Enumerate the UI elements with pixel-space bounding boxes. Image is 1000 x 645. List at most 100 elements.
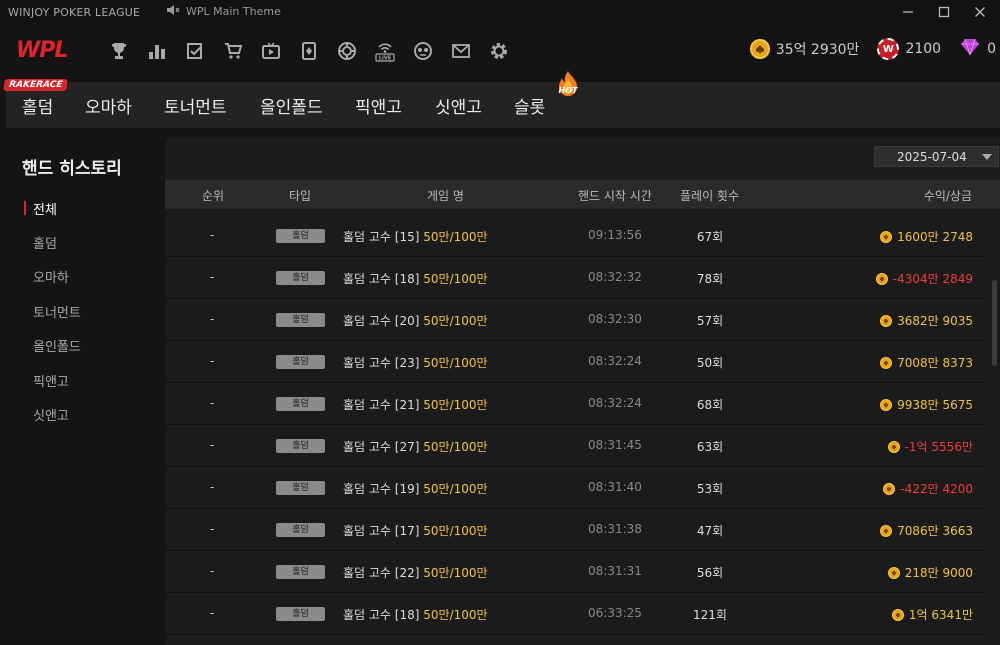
tab-allin-fold[interactable]: 올인폴드	[260, 93, 323, 118]
profit-cell: -422만 4200	[883, 480, 973, 497]
table-header: 순위 타입 게임 명 핸드 시작 시간 플레이 횟수 수익/상금	[165, 180, 1000, 209]
game-stakes: 50만/100만	[423, 608, 488, 622]
play-count: 53회	[696, 482, 724, 496]
game-title: 홀덤 고수 [18]	[343, 272, 420, 286]
profit-cell: 3682만 9035	[880, 312, 973, 329]
header-type: 타입	[289, 189, 312, 203]
close-button[interactable]	[970, 2, 990, 22]
sidebar-item-omaha[interactable]: 오마하	[33, 267, 69, 286]
table-row[interactable]: - 홀덤 홀덤 고수 [20] 50만/100만 08:32:30 57회 3682만 9…	[165, 299, 987, 341]
cards-icon[interactable]	[290, 38, 328, 64]
game-stakes: 50만/100만	[423, 440, 488, 454]
w-chip-balance[interactable]: W 2100	[877, 38, 941, 60]
table-row[interactable]: - 홀덤 홀덤 고수 [15] 50만/100만 09:13:56 67회 1600만 2…	[165, 215, 987, 257]
hand-start-time: 08:31:38	[588, 522, 642, 536]
tab-slot[interactable]: 슬롯	[514, 93, 545, 118]
checklist-icon[interactable]	[176, 38, 214, 64]
profit-cell: 9938만 5675	[880, 396, 973, 413]
minimize-button[interactable]	[898, 2, 918, 22]
gold-balance[interactable]: 35억 2930만	[749, 39, 860, 59]
row-rank: -	[210, 606, 215, 620]
type-badge: 홀덤	[276, 523, 325, 537]
row-rank: -	[210, 522, 215, 536]
hand-start-time: 09:13:56	[588, 228, 642, 242]
profit-cell: 7086만 3663	[880, 522, 973, 539]
table-row[interactable]: - 홀덤 홀덤 고수 [17] 50만/100만 08:31:38 47회 7086만 3…	[165, 509, 987, 551]
table-row[interactable]: - 홀덤 홀덤 고수 [18] 50만/100만 06:33:25 121회 1억 634…	[165, 593, 987, 635]
tv-icon[interactable]	[252, 38, 290, 64]
currency-bar: 35억 2930만 W 2100 0	[749, 38, 996, 60]
hand-start-time: 08:31:45	[588, 438, 642, 452]
game-stakes: 50만/100만	[423, 314, 488, 328]
game-name: 홀덤 고수 [21] 50만/100만	[343, 396, 488, 413]
game-stakes: 50만/100만	[423, 524, 488, 538]
table-row[interactable]: - 홀덤 홀덤 고수 [18] 50만/100만 08:32:32 78회 -4304만 …	[165, 257, 987, 299]
gem-amount: 0	[987, 41, 996, 57]
play-count: 78회	[696, 272, 724, 286]
row-rank: -	[210, 312, 215, 326]
header-rank: 순위	[202, 189, 225, 203]
trophy-icon[interactable]	[100, 38, 138, 64]
header-play-count: 플레이 횟수	[680, 189, 740, 203]
tab-holdem[interactable]: 홀덤	[22, 93, 53, 118]
maximize-button[interactable]	[934, 2, 954, 22]
game-title: 홀덤 고수 [17]	[343, 524, 420, 538]
game-name: 홀덤 고수 [18] 50만/100만	[343, 606, 488, 623]
table-row[interactable]: - 홀덤 홀덤 고수 [23] 50만/100만 08:32:24 50회 7008만 8…	[165, 341, 987, 383]
sidebar-item-allin-fold[interactable]: 올인폴드	[33, 336, 81, 355]
game-name: 홀덤 고수 [22] 50만/100만	[343, 564, 488, 581]
gold-amount: 35억 2930만	[775, 42, 860, 58]
sidebar-item-sit-and-go[interactable]: 싯앤고	[33, 405, 69, 424]
scrollbar-thumb[interactable]	[992, 280, 997, 366]
chevron-down-icon	[982, 154, 992, 160]
mail-icon[interactable]	[442, 38, 480, 64]
gem-icon	[959, 38, 981, 60]
table-row[interactable]: - 홀덤 홀덤 고수 [21] 50만/100만 08:32:24 68회 9938만 5…	[165, 383, 987, 425]
play-count: 121회	[693, 608, 727, 622]
profit-cell: -4304만 2849	[875, 270, 973, 287]
profit-cell: 218만 9000	[887, 564, 973, 581]
hand-start-time: 08:31:40	[588, 480, 642, 494]
gold-coin-icon	[880, 314, 893, 327]
gold-coin-icon	[880, 524, 893, 537]
wpl-logo[interactable]: WPL	[16, 38, 68, 63]
game-stakes: 50만/100만	[423, 272, 488, 286]
row-rank: -	[210, 396, 215, 410]
ranking-icon[interactable]	[138, 38, 176, 64]
type-badge: 홀덤	[276, 439, 325, 453]
svg-text:LIVE: LIVE	[379, 56, 392, 62]
table-row[interactable]: - 홀덤 홀덤 고수 [19] 50만/100만 08:31:40 53회 -422만 4…	[165, 467, 987, 509]
type-badge: 홀덤	[276, 229, 325, 243]
gem-balance[interactable]: 0	[959, 38, 996, 60]
tab-omaha[interactable]: 오마하	[85, 93, 132, 118]
table-row[interactable]: - 홀덤 홀덤 고수 [22] 50만/100만 08:31:31 56회 218만 90…	[165, 551, 987, 593]
gold-coin-icon	[880, 398, 893, 411]
sound-toggle[interactable]: WPL Main Theme	[166, 4, 281, 19]
svg-text:HOT: HOT	[559, 86, 578, 95]
type-badge: 홀덤	[276, 313, 325, 327]
rakerace-badge[interactable]: RAKERACE	[3, 79, 69, 91]
hot-badge: HOT	[554, 70, 582, 102]
game-title: 홀덤 고수 [20]	[343, 314, 420, 328]
cart-icon[interactable]	[214, 38, 252, 64]
profit-value: -1억 5556만	[904, 440, 973, 454]
sidebar-item-holdem[interactable]: 홀덤	[33, 233, 57, 252]
active-marker	[24, 201, 26, 215]
live-icon[interactable]: LIVE	[366, 38, 404, 64]
chip-icon[interactable]	[328, 38, 366, 64]
sidebar-item-all[interactable]: 전체	[33, 199, 57, 218]
tab-sit-and-go[interactable]: 싯앤고	[435, 93, 482, 118]
sidebar-item-pick-and-go[interactable]: 픽앤고	[33, 371, 69, 390]
profit-value: -422만 4200	[900, 482, 973, 496]
table-row[interactable]: - 홀덤 홀덤 고수 [27] 50만/100만 08:31:45 63회 -1억 555…	[165, 425, 987, 467]
sidebar-item-tournament[interactable]: 토너먼트	[33, 302, 81, 321]
tab-pick-and-go[interactable]: 픽앤고	[355, 93, 402, 118]
date-dropdown[interactable]: 2025-07-04	[874, 146, 999, 167]
profit-cell: 1억 6341만	[891, 606, 973, 623]
tab-tournament[interactable]: 토너먼트	[164, 93, 227, 118]
game-title: 홀덤 고수 [23]	[343, 356, 420, 370]
hand-start-time: 08:32:30	[588, 312, 642, 326]
emote-icon[interactable]	[404, 38, 442, 64]
game-stakes: 50만/100만	[423, 356, 488, 370]
settings-icon[interactable]	[480, 38, 518, 64]
